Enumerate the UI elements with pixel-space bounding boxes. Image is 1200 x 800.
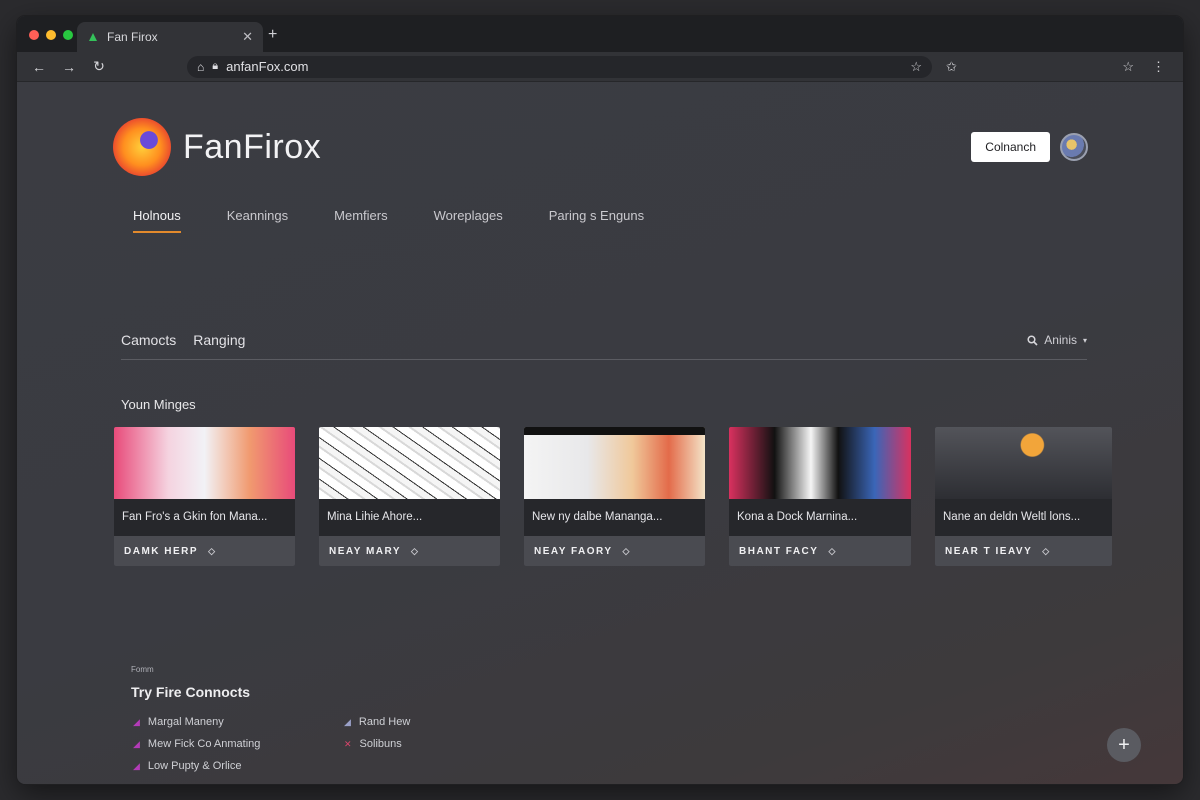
subnav: Camocts Ranging [121, 332, 245, 348]
footer-link[interactable]: ◢ Rand Hew [344, 716, 410, 728]
footer-link-label: Margal Maneny [147, 716, 224, 728]
main-navigation: Holnous Keannings Memfiers Woreplages Pa… [133, 208, 644, 233]
manga-card-footer: BHANT FACY ◇ [729, 536, 911, 566]
tab-strip: Fan Firox ✕ + [17, 16, 1183, 52]
extensions-icon[interactable]: ☆ [1122, 59, 1134, 75]
footer-link[interactable]: ◢ Mew Fick Co Anmating [133, 738, 260, 750]
lock-icon: 🔒︎ [212, 60, 219, 72]
manga-card-list: Fan Fro's a Gkin fon Mana... DAMK HERP ◇… [114, 427, 1112, 566]
manga-card-tag: BHANT FACY [739, 545, 819, 557]
bullet-icon: ◢ [344, 716, 351, 727]
search-icon [1027, 334, 1038, 346]
bullet-icon: ◢ [133, 760, 140, 771]
nav-item-woreplages[interactable]: Woreplages [434, 208, 503, 233]
close-icon: ✕ [344, 738, 352, 749]
manga-card[interactable]: New ny dalbe Mananga... NEAY FAORY ◇ [524, 427, 705, 566]
footer-label: Fomm [131, 665, 154, 674]
manga-cover-image [729, 427, 911, 499]
back-icon[interactable]: ← [27, 59, 51, 75]
avatar[interactable] [1060, 133, 1088, 161]
tag-icon: ◇ [622, 545, 630, 556]
tag-icon: ◇ [411, 545, 418, 556]
add-button[interactable]: + [1107, 728, 1141, 762]
footer-link[interactable]: ◢ Margal Maneny [133, 716, 260, 728]
window-controls [29, 30, 73, 40]
footer-links-right: ◢ Rand Hew ✕ Solibuns [344, 716, 410, 750]
bookmark-star-icon[interactable]: ☆ [910, 59, 922, 75]
manga-card-title: Fan Fro's a Gkin fon Mana... [114, 499, 295, 536]
manga-card-title: Kona a Dock Marnina... [729, 499, 911, 536]
footer-link-label: Low Pupty & Orlice [147, 760, 242, 772]
footer-link-label: Mew Fick Co Anmating [147, 738, 261, 750]
manga-card-footer: DAMK HERP ◇ [114, 536, 295, 566]
footer-title: Try Fire Connocts [131, 684, 251, 700]
navigation-bar: ← → ↻ ⌂ 🔒︎ anfanFox.com ☆ ✩ ☆ ⋮ [17, 52, 1183, 82]
manga-card-tag: DAMK HERP [124, 545, 199, 557]
subnav-divider [121, 330, 1087, 360]
extension-star-icon[interactable]: ✩ [946, 59, 957, 75]
manga-card[interactable]: Fan Fro's a Gkin fon Mana... DAMK HERP ◇ [114, 427, 295, 566]
footer-link-label: Rand Hew [358, 716, 411, 728]
manga-card-tag: NEAY MARY [329, 545, 402, 557]
tag-icon: ◇ [828, 545, 836, 556]
manga-cover-image [114, 427, 295, 499]
firefox-tab-icon [89, 33, 97, 41]
new-tab-button[interactable]: + [268, 26, 277, 44]
home-icon[interactable]: ⌂ [197, 60, 204, 74]
url-text[interactable]: anfanFox.com [226, 59, 902, 74]
manga-card-footer: NEAR T IEAVY ◇ [935, 536, 1112, 566]
nav-item-memfiers[interactable]: Memfiers [334, 208, 387, 233]
tab-title: Fan Firox [107, 30, 158, 44]
manga-cover-image [319, 427, 500, 499]
manga-cover-image [524, 427, 705, 499]
footer-link[interactable]: ◢ Low Pupty & Orlice [133, 760, 260, 772]
manga-cover-image [935, 427, 1112, 499]
manga-card-tag: NEAY FAORY [534, 545, 613, 557]
manga-card[interactable]: Mina Lihie Ahore... NEAY MARY ◇ [319, 427, 500, 566]
launch-button[interactable]: Colnanch [971, 132, 1050, 162]
address-bar[interactable]: ⌂ 🔒︎ anfanFox.com ☆ [187, 55, 932, 78]
manga-card-title: New ny dalbe Mananga... [524, 499, 705, 536]
tag-icon: ◇ [1042, 545, 1050, 556]
menu-icon[interactable]: ⋮ [1152, 59, 1165, 75]
firefox-logo-icon [113, 118, 171, 176]
manga-card-title: Nane an deldn Weltl lons... [935, 499, 1112, 536]
manga-card-tag: NEAR T IEAVY [945, 545, 1033, 557]
filter-label: Aninis [1044, 333, 1077, 347]
site-logo[interactable]: FanFirox [113, 118, 321, 176]
page-content: FanFirox Colnanch Holnous Keannings Memf… [17, 82, 1183, 784]
header-actions: Colnanch [971, 132, 1088, 162]
logo-text: FanFirox [183, 127, 322, 166]
manga-card-footer: NEAY FAORY ◇ [524, 536, 705, 566]
nav-item-paring-enguns[interactable]: Paring s Enguns [549, 208, 644, 233]
footer-link-label: Solibuns [359, 738, 402, 750]
subnav-item-camocts[interactable]: Camocts [121, 332, 176, 348]
maximize-window-button[interactable] [63, 30, 73, 40]
filter-dropdown[interactable]: Aninis ▾ [1027, 333, 1087, 347]
nav-item-holnous[interactable]: Holnous [133, 208, 181, 233]
footer-links-left: ◢ Margal Maneny ◢ Mew Fick Co Anmating ◢ Lo… [133, 716, 260, 772]
minimize-window-button[interactable] [46, 30, 56, 40]
close-tab-icon[interactable]: ✕ [242, 29, 253, 45]
section-title: Youn Minges [121, 397, 196, 412]
reload-icon[interactable]: ↻ [87, 58, 111, 75]
nav-item-keannings[interactable]: Keannings [227, 208, 288, 233]
bullet-icon: ◢ [133, 738, 140, 749]
bullet-icon: ◢ [133, 716, 140, 727]
manga-card-footer: NEAY MARY ◇ [319, 536, 500, 566]
tag-icon: ◇ [208, 545, 215, 556]
close-window-button[interactable] [29, 30, 39, 40]
browser-window: Fan Firox ✕ + ← → ↻ ⌂ 🔒︎ anfanFox.com ☆ … [17, 16, 1183, 784]
chevron-down-icon: ▾ [1082, 335, 1087, 345]
manga-card[interactable]: Kona a Dock Marnina... BHANT FACY ◇ [729, 427, 911, 566]
manga-card-title: Mina Lihie Ahore... [319, 499, 500, 536]
manga-card[interactable]: Nane an deldn Weltl lons... NEAR T IEAVY… [935, 427, 1112, 566]
browser-tab[interactable]: Fan Firox ✕ [77, 22, 263, 52]
forward-icon[interactable]: → [57, 59, 81, 75]
subnav-item-ranging[interactable]: Ranging [193, 332, 245, 348]
footer-link[interactable]: ✕ Solibuns [344, 738, 410, 750]
